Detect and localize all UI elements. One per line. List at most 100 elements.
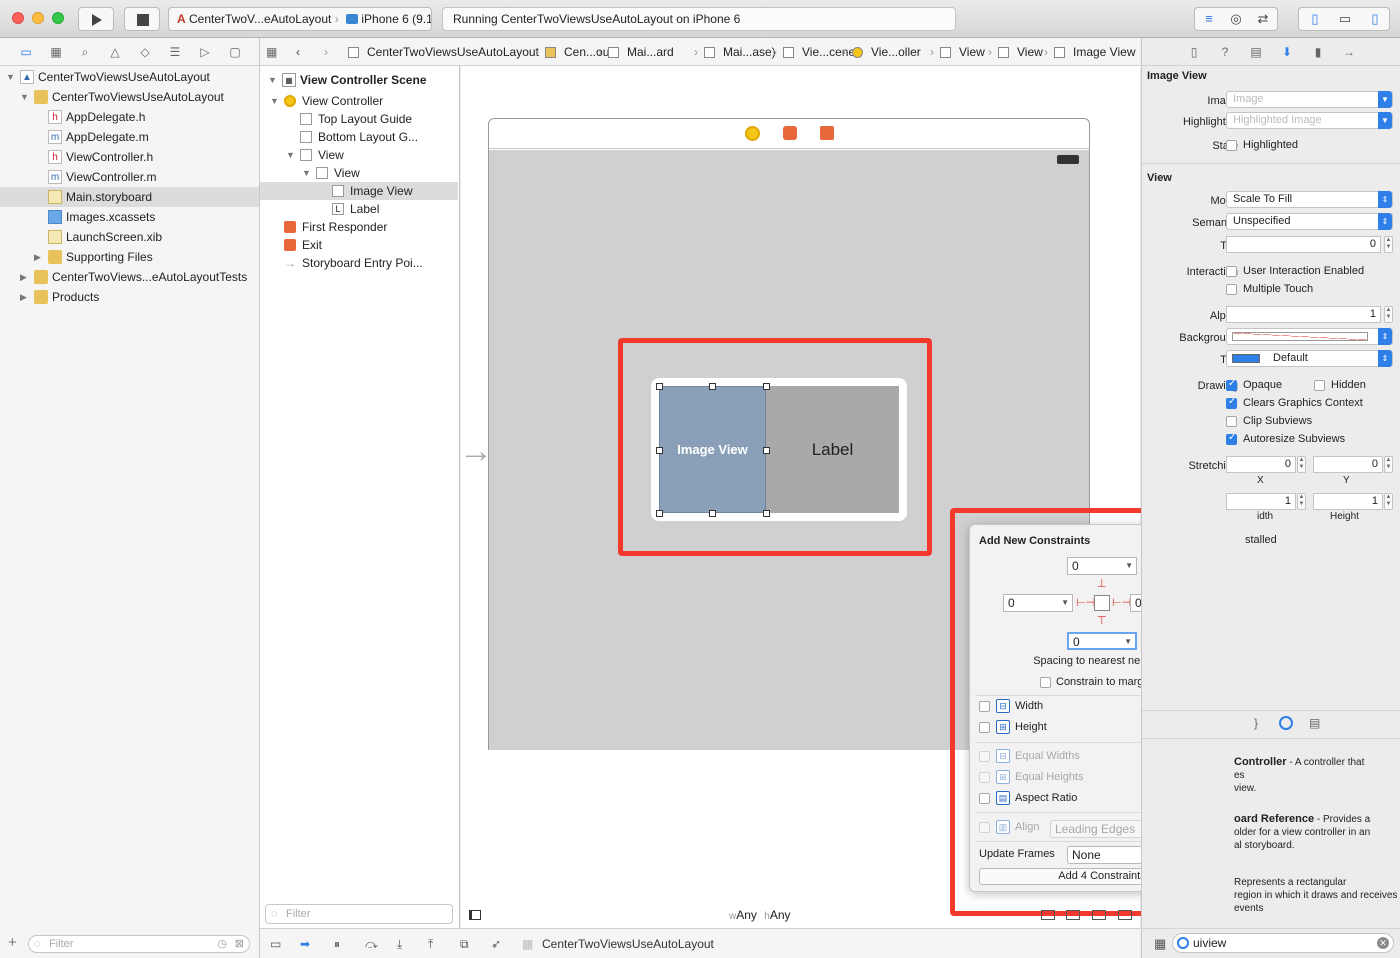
disclosure-expanded-icon[interactable]: ▼ — [302, 164, 311, 182]
standard-editor-icon[interactable]: ≡ — [1199, 11, 1219, 27]
user-interaction-checkbox[interactable] — [1226, 266, 1237, 277]
step-over-icon[interactable]: ⤼ — [365, 937, 378, 952]
zoom-window-button[interactable] — [52, 12, 64, 24]
align-menu-icon[interactable] — [1066, 910, 1080, 920]
stop-button[interactable] — [124, 7, 160, 31]
navigator-toggle-icon[interactable]: ▯ — [1305, 11, 1325, 27]
nav-item[interactable]: ▶ Supporting Files — [0, 247, 259, 267]
hide-debug-area-icon[interactable]: ▭ — [270, 937, 281, 951]
background-color-select[interactable]: ⇕ — [1226, 328, 1393, 345]
library-item[interactable]: Represents a rectangular region in which … — [1234, 876, 1398, 915]
stretch-y-field[interactable]: 0 — [1313, 456, 1383, 473]
media-library-icon[interactable]: ▤ — [1309, 716, 1320, 730]
breadcrumb-item[interactable]: CenterTwoViewsUseAutoLayout — [367, 38, 539, 66]
scm-filter-icon[interactable]: ⊠ — [235, 936, 244, 952]
identity-icon[interactable]: ▤ — [1248, 44, 1264, 60]
resize-handle[interactable] — [763, 383, 770, 390]
equal-heights-checkbox[interactable] — [979, 772, 990, 783]
view-debugger-icon[interactable]: ⧉ — [460, 937, 469, 952]
breakpoints-toggle-icon[interactable]: ➡ — [300, 937, 310, 951]
nav-item[interactable]: Main.storyboard — [0, 187, 259, 207]
right-constraint-ibar-icon[interactable]: ⊢⊣ — [1112, 597, 1131, 609]
resize-handle[interactable] — [656, 383, 663, 390]
help-icon[interactable]: ? — [1217, 44, 1233, 60]
outline-toggle-icon[interactable] — [469, 910, 481, 920]
resize-handle[interactable] — [763, 510, 770, 517]
equal-widths-checkbox[interactable] — [979, 751, 990, 762]
stretch-x-stepper[interactable]: ▲ ▼ — [1297, 456, 1306, 473]
resolve-issues-icon[interactable] — [1118, 910, 1132, 920]
breadcrumb-item[interactable]: View — [959, 38, 985, 66]
outline-item[interactable]: → Storyboard Entry Poi... — [260, 254, 458, 272]
top-spacing-field[interactable]: 0 ▼ — [1067, 557, 1137, 575]
related-items-icon[interactable]: ▦ — [266, 38, 277, 66]
nav-item[interactable]: ▼ ▲ CenterTwoViewsUseAutoLayout — [0, 67, 259, 87]
run-button[interactable] — [78, 7, 114, 31]
library-search-input[interactable]: uiview ✕ — [1172, 933, 1394, 953]
file-inspector-icon[interactable]: ▯ — [1186, 44, 1202, 60]
simulate-location-icon[interactable]: ➶ — [491, 937, 501, 951]
code-snippet-icon[interactable]: } — [1254, 716, 1258, 730]
scheme-selector[interactable]: A CenterTwoV...eAutoLayout › iPhone 6 (9… — [168, 7, 432, 31]
warning-icon[interactable]: △ — [107, 44, 123, 60]
nav-item[interactable]: Images.xcassets — [0, 207, 259, 227]
nav-item[interactable]: ▶ Products — [0, 287, 259, 307]
outline-item[interactable]: Exit — [260, 236, 458, 254]
top-constraint-ibar-icon[interactable]: ⊥ — [1097, 578, 1107, 590]
outline-item[interactable]: Top Layout Guide — [260, 110, 458, 128]
test-icon[interactable]: ◇ — [137, 44, 153, 60]
outline-item[interactable]: ▼ View Controller — [260, 92, 458, 110]
height-checkbox[interactable] — [979, 722, 990, 733]
disclosure-collapsed-icon[interactable]: ▶ — [20, 267, 27, 287]
embed-stack-icon[interactable] — [1041, 910, 1055, 920]
outline-item[interactable]: L Label — [260, 200, 458, 218]
left-constraint-ibar-icon[interactable]: ⊢⊣ — [1076, 597, 1095, 609]
stretch-width-field[interactable]: 1 — [1226, 493, 1296, 510]
nav-item[interactable]: LaunchScreen.xib — [0, 227, 259, 247]
assistant-editor-icon[interactable]: ◎ — [1226, 11, 1246, 27]
breadcrumb-item[interactable]: Vie...oller — [871, 38, 921, 66]
image-select[interactable]: Image ▼ — [1226, 91, 1393, 108]
back-button[interactable]: ‹ — [296, 38, 300, 66]
tint-select[interactable]: Default ⇕ — [1226, 350, 1393, 367]
utilities-toggle-icon[interactable]: ▯ — [1365, 11, 1385, 27]
disclosure-expanded-icon[interactable]: ▼ — [286, 146, 295, 164]
step-into-icon[interactable]: ⤓ — [397, 937, 402, 952]
clears-context-checkbox[interactable] — [1226, 396, 1237, 409]
folder-icon[interactable]: ▭ — [18, 44, 34, 60]
pin-menu-icon[interactable] — [1092, 910, 1106, 920]
tag-field[interactable]: 0 — [1226, 236, 1381, 253]
breadcrumb-item[interactable]: Mai...ase) — [723, 38, 776, 66]
nav-item[interactable]: ▶ CenterTwoViews...eAutoLayoutTests — [0, 267, 259, 287]
stretch-height-field[interactable]: 1 — [1313, 493, 1383, 510]
semantic-select[interactable]: Unspecified ⇕ — [1226, 213, 1393, 230]
bottom-constraint-ibar-icon[interactable]: ⊤ — [1097, 615, 1107, 627]
exit-icon[interactable] — [820, 126, 834, 140]
stretch-width-stepper[interactable]: ▲ ▼ — [1297, 493, 1306, 510]
forward-button[interactable]: › — [324, 38, 328, 66]
minimize-window-button[interactable] — [32, 12, 44, 24]
nav-item[interactable]: m AppDelegate.m — [0, 127, 259, 147]
left-spacing-field[interactable]: 0 ▼ — [1003, 594, 1073, 612]
alpha-field[interactable]: 1 — [1226, 306, 1381, 323]
disclosure-expanded-icon[interactable]: ▼ — [270, 92, 279, 110]
stretch-height-stepper[interactable]: ▲ ▼ — [1384, 493, 1393, 510]
resize-handle[interactable] — [709, 510, 716, 517]
outline-item[interactable]: ▼ View — [260, 146, 458, 164]
attributes-icon[interactable]: ⬇ — [1279, 44, 1295, 60]
width-checkbox[interactable] — [979, 701, 990, 712]
nav-item[interactable]: h ViewController.h — [0, 147, 259, 167]
disclosure-expanded-icon[interactable]: ▼ — [6, 67, 15, 87]
breadcrumb-item[interactable]: Vie...cene — [802, 38, 855, 66]
breakpoint-icon[interactable]: ▷ — [197, 44, 213, 60]
resize-handle[interactable] — [763, 447, 770, 454]
breadcrumb-item[interactable]: Mai...ard — [627, 38, 674, 66]
debug-icon[interactable]: ☰ — [167, 44, 183, 60]
debug-area-toggle-icon[interactable]: ▭ — [1335, 11, 1355, 27]
search-icon[interactable]: ⌕ — [77, 44, 93, 60]
size-icon[interactable]: ▮ — [1310, 44, 1326, 60]
pause-icon[interactable]: ⏸ — [334, 937, 340, 952]
report-icon[interactable]: ▢ — [227, 44, 243, 60]
disclosure-collapsed-icon[interactable]: ▶ — [34, 247, 41, 267]
highlighted-image-select[interactable]: Highlighted Image ▼ — [1226, 112, 1393, 129]
